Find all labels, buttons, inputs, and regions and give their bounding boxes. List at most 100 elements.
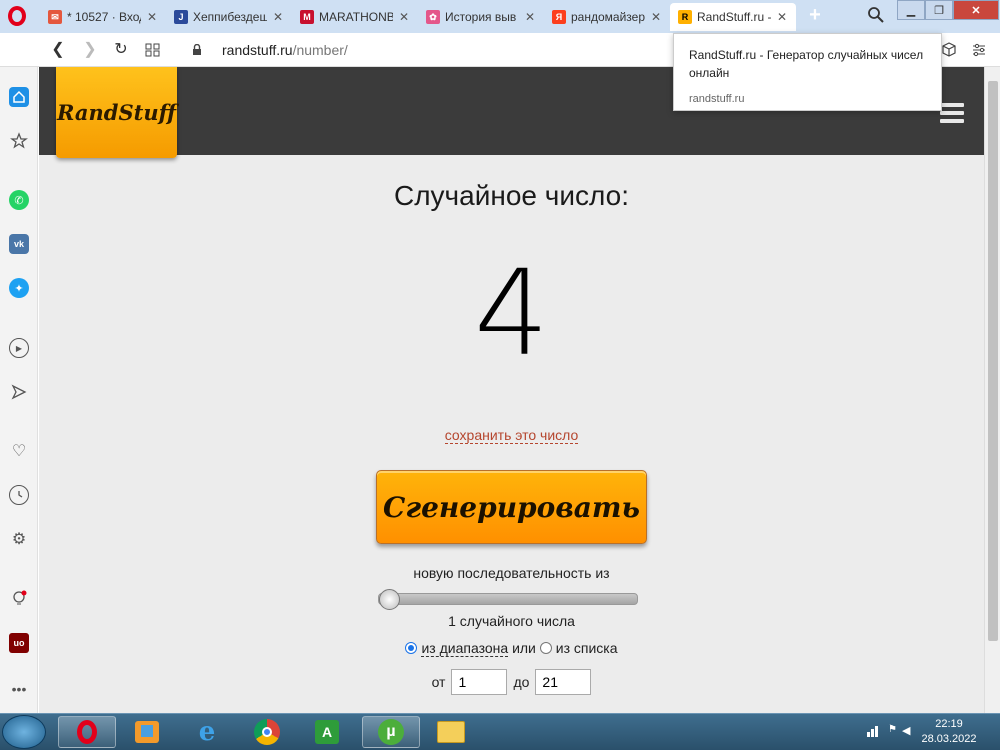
window-controls: ▁ ❐ ✕ bbox=[897, 0, 999, 20]
tooltip-title: RandStuff.ru - Генератор случайных чисел… bbox=[689, 48, 924, 80]
close-window-icon[interactable]: ✕ bbox=[953, 0, 999, 20]
url-field[interactable]: randstuff.ru/number/ bbox=[222, 42, 348, 58]
sidebar: ✆ vk ✦ ▶ ♡ ⚙ uo ••• bbox=[0, 67, 38, 713]
tab-title: RandStuff.ru - bbox=[697, 10, 771, 24]
sequence-label: новую последовательность из bbox=[413, 565, 610, 581]
media-player-icon bbox=[135, 721, 159, 743]
easy-setup-icon[interactable] bbox=[969, 40, 989, 60]
taskbar-opera[interactable] bbox=[58, 716, 116, 748]
more-icon[interactable]: ••• bbox=[9, 679, 29, 699]
taskbar-explorer[interactable] bbox=[422, 716, 480, 748]
close-tab-icon[interactable]: ✕ bbox=[524, 10, 536, 24]
list-radio[interactable] bbox=[539, 642, 552, 654]
taskbar-utorrent[interactable]: µ bbox=[362, 716, 420, 748]
flower-icon: ✿ bbox=[426, 10, 440, 24]
taskbar-accounting[interactable]: A bbox=[298, 716, 356, 748]
mail-icon: ✉ bbox=[48, 10, 62, 24]
to-label: до bbox=[513, 674, 530, 690]
save-number-container: сохранить это число bbox=[39, 427, 984, 444]
clock[interactable]: 22:19 28.03.2022 bbox=[916, 717, 982, 747]
minimize-icon[interactable]: ▁ bbox=[897, 0, 925, 20]
taskbar-ie[interactable]: e bbox=[178, 716, 236, 748]
lock-icon[interactable] bbox=[192, 44, 202, 55]
count-label: 1 случайного числа bbox=[448, 613, 575, 629]
save-number-link[interactable]: сохранить это число bbox=[444, 427, 579, 444]
taskbar-media[interactable] bbox=[118, 716, 176, 748]
to-input[interactable] bbox=[535, 669, 592, 695]
yandex-icon: Я bbox=[552, 10, 566, 24]
tab-mail[interactable]: ✉ * 10527 · Вход ✕ bbox=[40, 3, 166, 31]
forward-icon[interactable]: ❯ bbox=[80, 40, 100, 60]
from-input[interactable] bbox=[451, 669, 508, 695]
count-slider[interactable] bbox=[378, 589, 638, 610]
reload-icon[interactable]: ↻ bbox=[111, 40, 131, 60]
or-label: или bbox=[512, 640, 536, 656]
player-icon[interactable]: ▶ bbox=[9, 338, 29, 358]
marathon-icon: M bbox=[300, 10, 314, 24]
site-icon: J bbox=[174, 10, 188, 24]
search-tabs-icon[interactable] bbox=[867, 6, 885, 24]
scrollbar-thumb[interactable] bbox=[988, 81, 998, 641]
bulb-icon[interactable] bbox=[9, 589, 29, 609]
settings-icon[interactable]: ⚙ bbox=[9, 529, 29, 549]
page-scrollbar[interactable] bbox=[984, 67, 1000, 713]
accounting-icon: A bbox=[315, 720, 339, 744]
tab-yandex[interactable]: Я рандомайзер ✕ bbox=[544, 3, 670, 31]
clock-time: 22:19 bbox=[935, 718, 963, 730]
opera-menu-icon[interactable] bbox=[8, 6, 26, 26]
tabs-grid-icon[interactable] bbox=[143, 40, 163, 60]
from-label: от bbox=[431, 674, 446, 690]
tooltip-host: randstuff.ru bbox=[689, 93, 745, 105]
close-tab-icon[interactable]: ✕ bbox=[650, 10, 662, 24]
ie-icon: e bbox=[198, 717, 216, 747]
range-radio[interactable] bbox=[405, 642, 418, 654]
new-tab-button[interactable]: + bbox=[804, 5, 826, 27]
page-content: RandStuff Случайное число: 4 сохранить э… bbox=[39, 67, 984, 713]
list-option-label[interactable]: из списка bbox=[556, 640, 618, 656]
close-tab-icon[interactable]: ✕ bbox=[776, 10, 788, 24]
cube-icon[interactable] bbox=[939, 40, 959, 60]
send-icon[interactable] bbox=[9, 382, 29, 402]
network-icon[interactable] bbox=[866, 724, 880, 738]
url-path: /number/ bbox=[292, 42, 348, 58]
whatsapp-icon[interactable]: ✆ bbox=[9, 190, 29, 210]
site-logo[interactable]: RandStuff bbox=[56, 67, 177, 158]
utorrent-icon: µ bbox=[378, 719, 404, 745]
tab-title: История выв bbox=[445, 10, 517, 24]
bookmarks-icon[interactable] bbox=[9, 131, 29, 151]
twitter-icon[interactable]: ✦ bbox=[9, 278, 29, 298]
generate-button[interactable]: Сгенерировать bbox=[376, 470, 647, 544]
home-icon[interactable] bbox=[9, 87, 29, 107]
close-tab-icon[interactable]: ✕ bbox=[272, 10, 284, 24]
close-tab-icon[interactable]: ✕ bbox=[398, 10, 410, 24]
ublock-icon[interactable]: uo bbox=[9, 633, 29, 653]
mode-selector: из диапазона или из списка bbox=[39, 640, 984, 657]
generate-label: Сгенерировать bbox=[383, 490, 640, 524]
tab-happy[interactable]: J Хеппибездеш ✕ bbox=[166, 3, 292, 31]
range-inputs: от до bbox=[39, 669, 984, 695]
taskbar-chrome[interactable] bbox=[238, 716, 296, 748]
tab-history[interactable]: ✿ История выв ✕ bbox=[418, 3, 544, 31]
heart-icon[interactable]: ♡ bbox=[9, 441, 29, 461]
range-option-label[interactable]: из диапазона bbox=[421, 640, 509, 657]
tab-title: рандомайзер bbox=[571, 10, 645, 24]
tab-title: * 10527 · Вход bbox=[67, 10, 141, 24]
vk-icon[interactable]: vk bbox=[9, 234, 29, 254]
restore-icon[interactable]: ❐ bbox=[925, 0, 953, 20]
volume-icon[interactable]: ◀ bbox=[902, 724, 916, 738]
screen: ✉ * 10527 · Вход ✕ J Хеппибездеш ✕ M MAR… bbox=[0, 0, 1000, 750]
flag-icon[interactable]: ⚑ bbox=[888, 724, 902, 738]
history-icon[interactable] bbox=[9, 485, 29, 505]
tab-title: Хеппибездеш bbox=[193, 10, 267, 24]
close-tab-icon[interactable]: ✕ bbox=[146, 10, 158, 24]
tab-marathon[interactable]: M MARATHONBET ✕ bbox=[292, 3, 418, 31]
start-button[interactable] bbox=[2, 715, 46, 749]
slider-handle[interactable] bbox=[379, 589, 400, 610]
tab-tooltip: RandStuff.ru - Генератор случайных чисел… bbox=[673, 33, 942, 111]
logo-text: RandStuff bbox=[57, 100, 176, 125]
tab-randstuff[interactable]: R RandStuff.ru - ✕ bbox=[670, 3, 796, 31]
back-icon[interactable]: ❮ bbox=[48, 40, 68, 60]
menu-icon[interactable] bbox=[940, 103, 964, 123]
url-host: randstuff.ru bbox=[222, 42, 293, 58]
opera-icon bbox=[77, 720, 97, 744]
